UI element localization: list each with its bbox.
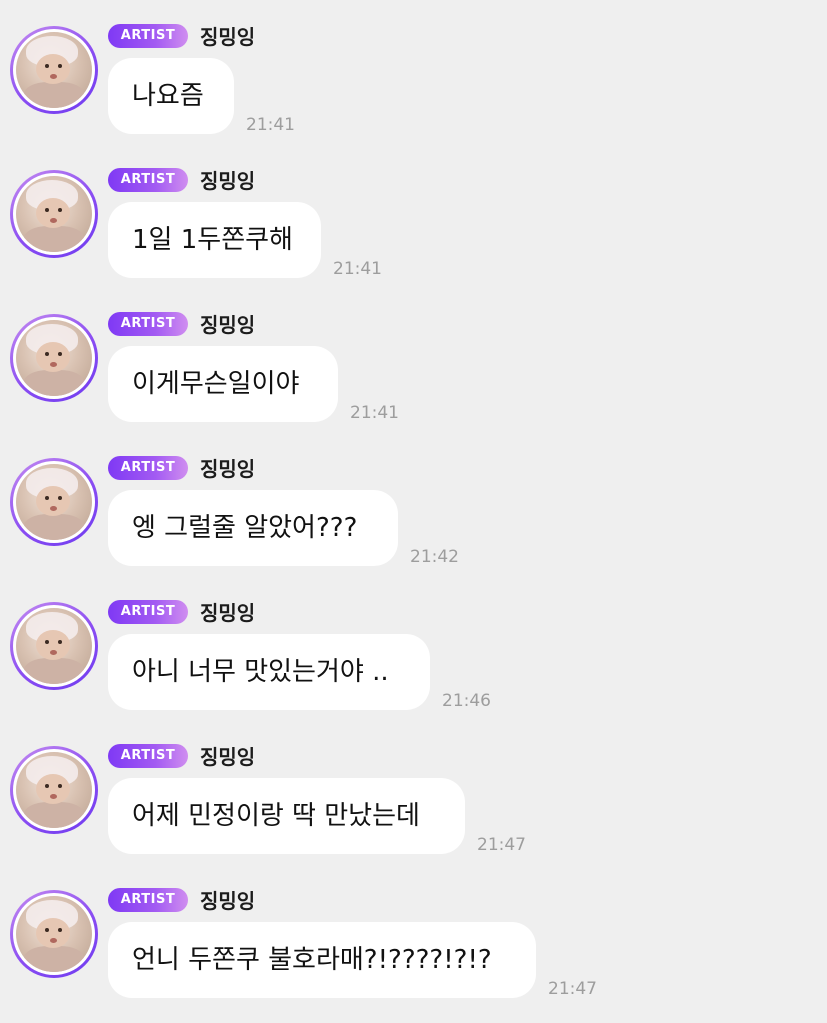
sender-name[interactable]: 징밍잉 (200, 742, 255, 772)
sender-name[interactable]: 징밍잉 (200, 886, 255, 916)
sender-name[interactable]: 징밍잉 (200, 22, 255, 52)
artist-badge: ARTIST (108, 600, 188, 624)
chat-message: ARTIST 징밍잉 언니 두쫀쿠 불호라매?!????!?!? 21:47 (0, 864, 827, 1008)
message-timestamp: 21:46 (442, 691, 491, 711)
message-bubble[interactable]: 아니 너무 맛있는거야 .. (108, 634, 430, 710)
sender-name[interactable]: 징밍잉 (200, 310, 255, 340)
message-bubble[interactable]: 언니 두쫀쿠 불호라매?!????!?!? (108, 922, 536, 998)
message-bubble[interactable]: 어제 민정이랑 딱 만났는데 (108, 778, 465, 854)
message-bubble[interactable]: 엥 그럴줄 알았어??? (108, 490, 398, 566)
message-timestamp: 21:47 (477, 835, 526, 855)
artist-badge: ARTIST (108, 24, 188, 48)
chat-message: ARTIST 징밍잉 엥 그럴줄 알았어??? 21:42 (0, 432, 827, 576)
artist-badge: ARTIST (108, 744, 188, 768)
message-timestamp: 21:41 (350, 403, 399, 423)
avatar[interactable] (10, 170, 98, 258)
message-bubble[interactable]: 이게무슨일이야 (108, 346, 338, 422)
avatar[interactable] (10, 314, 98, 402)
chat-message-list: ARTIST 징밍잉 나요즘 21:41 ARTIST 징밍잉 1일 1두쫀쿠해… (0, 0, 827, 1023)
sender-name[interactable]: 징밍잉 (200, 454, 255, 484)
chat-message: ARTIST 징밍잉 어제 민정이랑 딱 만났는데 21:47 (0, 720, 827, 864)
message-timestamp: 21:42 (410, 547, 459, 567)
avatar[interactable] (10, 890, 98, 978)
chat-message: ARTIST 징밍잉 아니 너무 맛있는거야 .. 21:46 (0, 576, 827, 720)
message-timestamp: 21:41 (246, 115, 295, 135)
message-bubble[interactable]: 나요즘 (108, 58, 234, 134)
avatar[interactable] (10, 602, 98, 690)
chat-message: ARTIST 징밍잉 1일 1두쫀쿠해 21:41 (0, 144, 827, 288)
artist-badge: ARTIST (108, 456, 188, 480)
sender-name[interactable]: 징밍잉 (200, 598, 255, 628)
avatar[interactable] (10, 746, 98, 834)
message-timestamp: 21:47 (548, 979, 597, 999)
message-bubble[interactable]: 1일 1두쫀쿠해 (108, 202, 321, 278)
avatar[interactable] (10, 458, 98, 546)
message-timestamp: 21:41 (333, 259, 382, 279)
chat-message: ARTIST 징밍잉 나요즘 21:41 (0, 0, 827, 144)
avatar[interactable] (10, 26, 98, 114)
sender-name[interactable]: 징밍잉 (200, 166, 255, 196)
artist-badge: ARTIST (108, 888, 188, 912)
chat-message: ARTIST 징밍잉 이게무슨일이야 21:41 (0, 288, 827, 432)
artist-badge: ARTIST (108, 312, 188, 336)
artist-badge: ARTIST (108, 168, 188, 192)
